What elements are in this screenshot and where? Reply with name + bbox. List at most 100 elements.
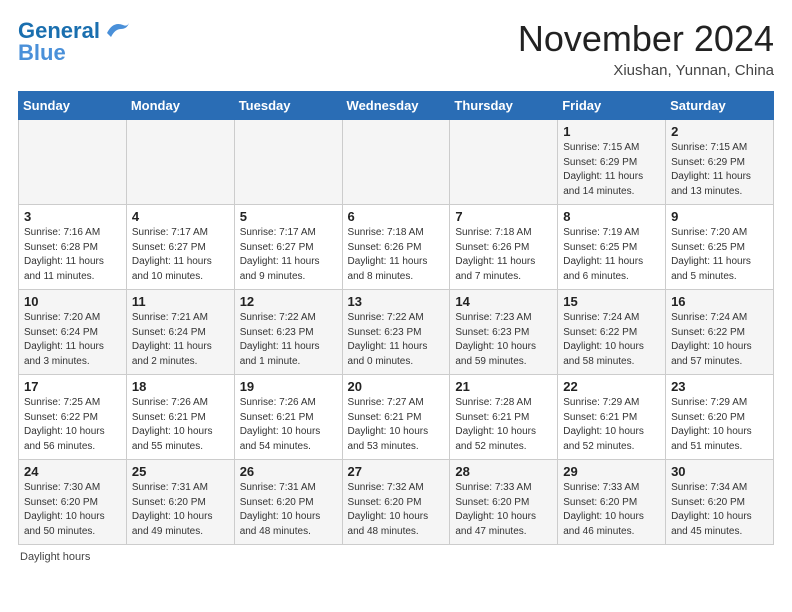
weekday-friday: Friday [558, 92, 666, 120]
day-number: 28 [455, 464, 552, 479]
day-cell [234, 120, 342, 205]
day-info: Sunrise: 7:25 AM Sunset: 6:22 PM Dayligh… [24, 396, 121, 454]
day-cell: 24Sunrise: 7:30 AM Sunset: 6:20 PM Dayli… [19, 460, 127, 545]
day-info: Sunrise: 7:22 AM Sunset: 6:23 PM Dayligh… [240, 311, 337, 369]
day-number: 29 [563, 464, 660, 479]
location: Xiushan, Yunnan, China [518, 62, 774, 79]
weekday-thursday: Thursday [450, 92, 558, 120]
page: General Blue November 2024 Xiushan, Yunn… [0, 0, 792, 573]
day-cell: 11 Sunrise: 7:21 AM Sunset: 6:24 PM Dayli… [126, 290, 234, 375]
day-number: 17 [24, 379, 121, 394]
day-number: 4 [132, 209, 229, 224]
day-cell: 6Sunrise: 7:18 AM Sunset: 6:26 PM Daylig… [342, 205, 450, 290]
weekday-tuesday: Tuesday [234, 92, 342, 120]
day-cell: 12 Sunrise: 7:22 AM Sunset: 6:23 PM Dayli… [234, 290, 342, 375]
day-cell: 29Sunrise: 7:33 AM Sunset: 6:20 PM Dayli… [558, 460, 666, 545]
day-info: Sunrise: 7:24 AM Sunset: 6:22 PM Dayligh… [563, 311, 660, 369]
weekday-saturday: Saturday [666, 92, 774, 120]
day-info: Sunrise: 7:17 AM Sunset: 6:27 PM Dayligh… [240, 226, 337, 284]
day-cell: 30Sunrise: 7:34 AM Sunset: 6:20 PM Dayli… [666, 460, 774, 545]
day-cell: 20Sunrise: 7:27 AM Sunset: 6:21 PM Dayli… [342, 375, 450, 460]
day-cell: 16 Sunrise: 7:24 AM Sunset: 6:22 PM Dayli… [666, 290, 774, 375]
weekday-monday: Monday [126, 92, 234, 120]
logo-bird-icon [103, 19, 131, 41]
day-number: 7 [455, 209, 552, 224]
day-info: Sunrise: 7:23 AM Sunset: 6:23 PM Dayligh… [455, 311, 552, 369]
day-number: 18 [132, 379, 229, 394]
day-number: 22 [563, 379, 660, 394]
header: General Blue November 2024 Xiushan, Yunn… [18, 18, 774, 79]
day-info: Sunrise: 7:29 AM Sunset: 6:21 PM Dayligh… [563, 396, 660, 454]
day-info: Sunrise: 7:22 AM Sunset: 6:23 PM Dayligh… [348, 311, 445, 369]
day-cell: 14 Sunrise: 7:23 AM Sunset: 6:23 PM Dayli… [450, 290, 558, 375]
day-cell: 1Sunrise: 7:15 AM Sunset: 6:29 PM Daylig… [558, 120, 666, 205]
weekday-header-row: SundayMondayTuesdayWednesdayThursdayFrid… [19, 92, 774, 120]
day-info: Sunrise: 7:32 AM Sunset: 6:20 PM Dayligh… [348, 481, 445, 539]
day-cell [342, 120, 450, 205]
day-info: Sunrise: 7:20 AM Sunset: 6:24 PM Dayligh… [24, 311, 121, 369]
week-row-3: 10 Sunrise: 7:20 AM Sunset: 6:24 PM Dayli… [19, 290, 774, 375]
day-number: 8 [563, 209, 660, 224]
day-info: Sunrise: 7:20 AM Sunset: 6:25 PM Dayligh… [671, 226, 768, 284]
day-number: 2 [671, 124, 768, 139]
day-number: 12 [240, 294, 337, 309]
day-info: Sunrise: 7:31 AM Sunset: 6:20 PM Dayligh… [240, 481, 337, 539]
day-number: 25 [132, 464, 229, 479]
day-number: 6 [348, 209, 445, 224]
day-info: Sunrise: 7:26 AM Sunset: 6:21 PM Dayligh… [240, 396, 337, 454]
day-number: 3 [24, 209, 121, 224]
day-info: Sunrise: 7:15 AM Sunset: 6:29 PM Dayligh… [563, 141, 660, 199]
day-number: 24 [24, 464, 121, 479]
calendar-table: SundayMondayTuesdayWednesdayThursdayFrid… [18, 91, 774, 545]
day-number: 9 [671, 209, 768, 224]
day-info: Sunrise: 7:33 AM Sunset: 6:20 PM Dayligh… [455, 481, 552, 539]
day-number: 5 [240, 209, 337, 224]
day-info: Sunrise: 7:28 AM Sunset: 6:21 PM Dayligh… [455, 396, 552, 454]
day-info: Sunrise: 7:26 AM Sunset: 6:21 PM Dayligh… [132, 396, 229, 454]
day-number: 16 [671, 294, 768, 309]
day-info: Sunrise: 7:15 AM Sunset: 6:29 PM Dayligh… [671, 141, 768, 199]
day-cell: 28 Sunrise: 7:33 AM Sunset: 6:20 PM Dayli… [450, 460, 558, 545]
day-info: Sunrise: 7:24 AM Sunset: 6:22 PM Dayligh… [671, 311, 768, 369]
day-info: Sunrise: 7:16 AM Sunset: 6:28 PM Dayligh… [24, 226, 121, 284]
day-cell: 21 Sunrise: 7:28 AM Sunset: 6:21 PM Dayli… [450, 375, 558, 460]
week-row-1: 1Sunrise: 7:15 AM Sunset: 6:29 PM Daylig… [19, 120, 774, 205]
day-number: 14 [455, 294, 552, 309]
day-info: Sunrise: 7:27 AM Sunset: 6:21 PM Dayligh… [348, 396, 445, 454]
day-cell: 9 Sunrise: 7:20 AM Sunset: 6:25 PM Daylig… [666, 205, 774, 290]
day-info: Sunrise: 7:31 AM Sunset: 6:20 PM Dayligh… [132, 481, 229, 539]
day-cell [19, 120, 127, 205]
day-info: Sunrise: 7:21 AM Sunset: 6:24 PM Dayligh… [132, 311, 229, 369]
day-cell: 10 Sunrise: 7:20 AM Sunset: 6:24 PM Dayli… [19, 290, 127, 375]
weekday-wednesday: Wednesday [342, 92, 450, 120]
day-number: 30 [671, 464, 768, 479]
day-cell [126, 120, 234, 205]
day-number: 10 [24, 294, 121, 309]
week-row-2: 3 Sunrise: 7:16 AM Sunset: 6:28 PM Daylig… [19, 205, 774, 290]
title-block: November 2024 Xiushan, Yunnan, China [518, 18, 774, 79]
day-cell: 23 Sunrise: 7:29 AM Sunset: 6:20 PM Dayli… [666, 375, 774, 460]
day-cell: 27 Sunrise: 7:32 AM Sunset: 6:20 PM Dayli… [342, 460, 450, 545]
week-row-4: 17 Sunrise: 7:25 AM Sunset: 6:22 PM Dayli… [19, 375, 774, 460]
day-cell [450, 120, 558, 205]
day-cell: 2 Sunrise: 7:15 AM Sunset: 6:29 PM Daylig… [666, 120, 774, 205]
day-cell: 25 Sunrise: 7:31 AM Sunset: 6:20 PM Dayli… [126, 460, 234, 545]
day-number: 13 [348, 294, 445, 309]
day-info: Sunrise: 7:29 AM Sunset: 6:20 PM Dayligh… [671, 396, 768, 454]
day-cell: 7 Sunrise: 7:18 AM Sunset: 6:26 PM Daylig… [450, 205, 558, 290]
day-cell: 26 Sunrise: 7:31 AM Sunset: 6:20 PM Dayli… [234, 460, 342, 545]
day-cell: 4 Sunrise: 7:17 AM Sunset: 6:27 PM Daylig… [126, 205, 234, 290]
day-info: Sunrise: 7:19 AM Sunset: 6:25 PM Dayligh… [563, 226, 660, 284]
day-number: 15 [563, 294, 660, 309]
day-number: 11 [132, 294, 229, 309]
day-info: Sunrise: 7:18 AM Sunset: 6:26 PM Dayligh… [455, 226, 552, 284]
month-title: November 2024 [518, 18, 774, 60]
weekday-sunday: Sunday [19, 92, 127, 120]
day-number: 27 [348, 464, 445, 479]
day-number: 26 [240, 464, 337, 479]
logo-blue: Blue [18, 40, 66, 66]
day-info: Sunrise: 7:17 AM Sunset: 6:27 PM Dayligh… [132, 226, 229, 284]
day-number: 21 [455, 379, 552, 394]
day-cell: 17 Sunrise: 7:25 AM Sunset: 6:22 PM Dayli… [19, 375, 127, 460]
day-number: 23 [671, 379, 768, 394]
